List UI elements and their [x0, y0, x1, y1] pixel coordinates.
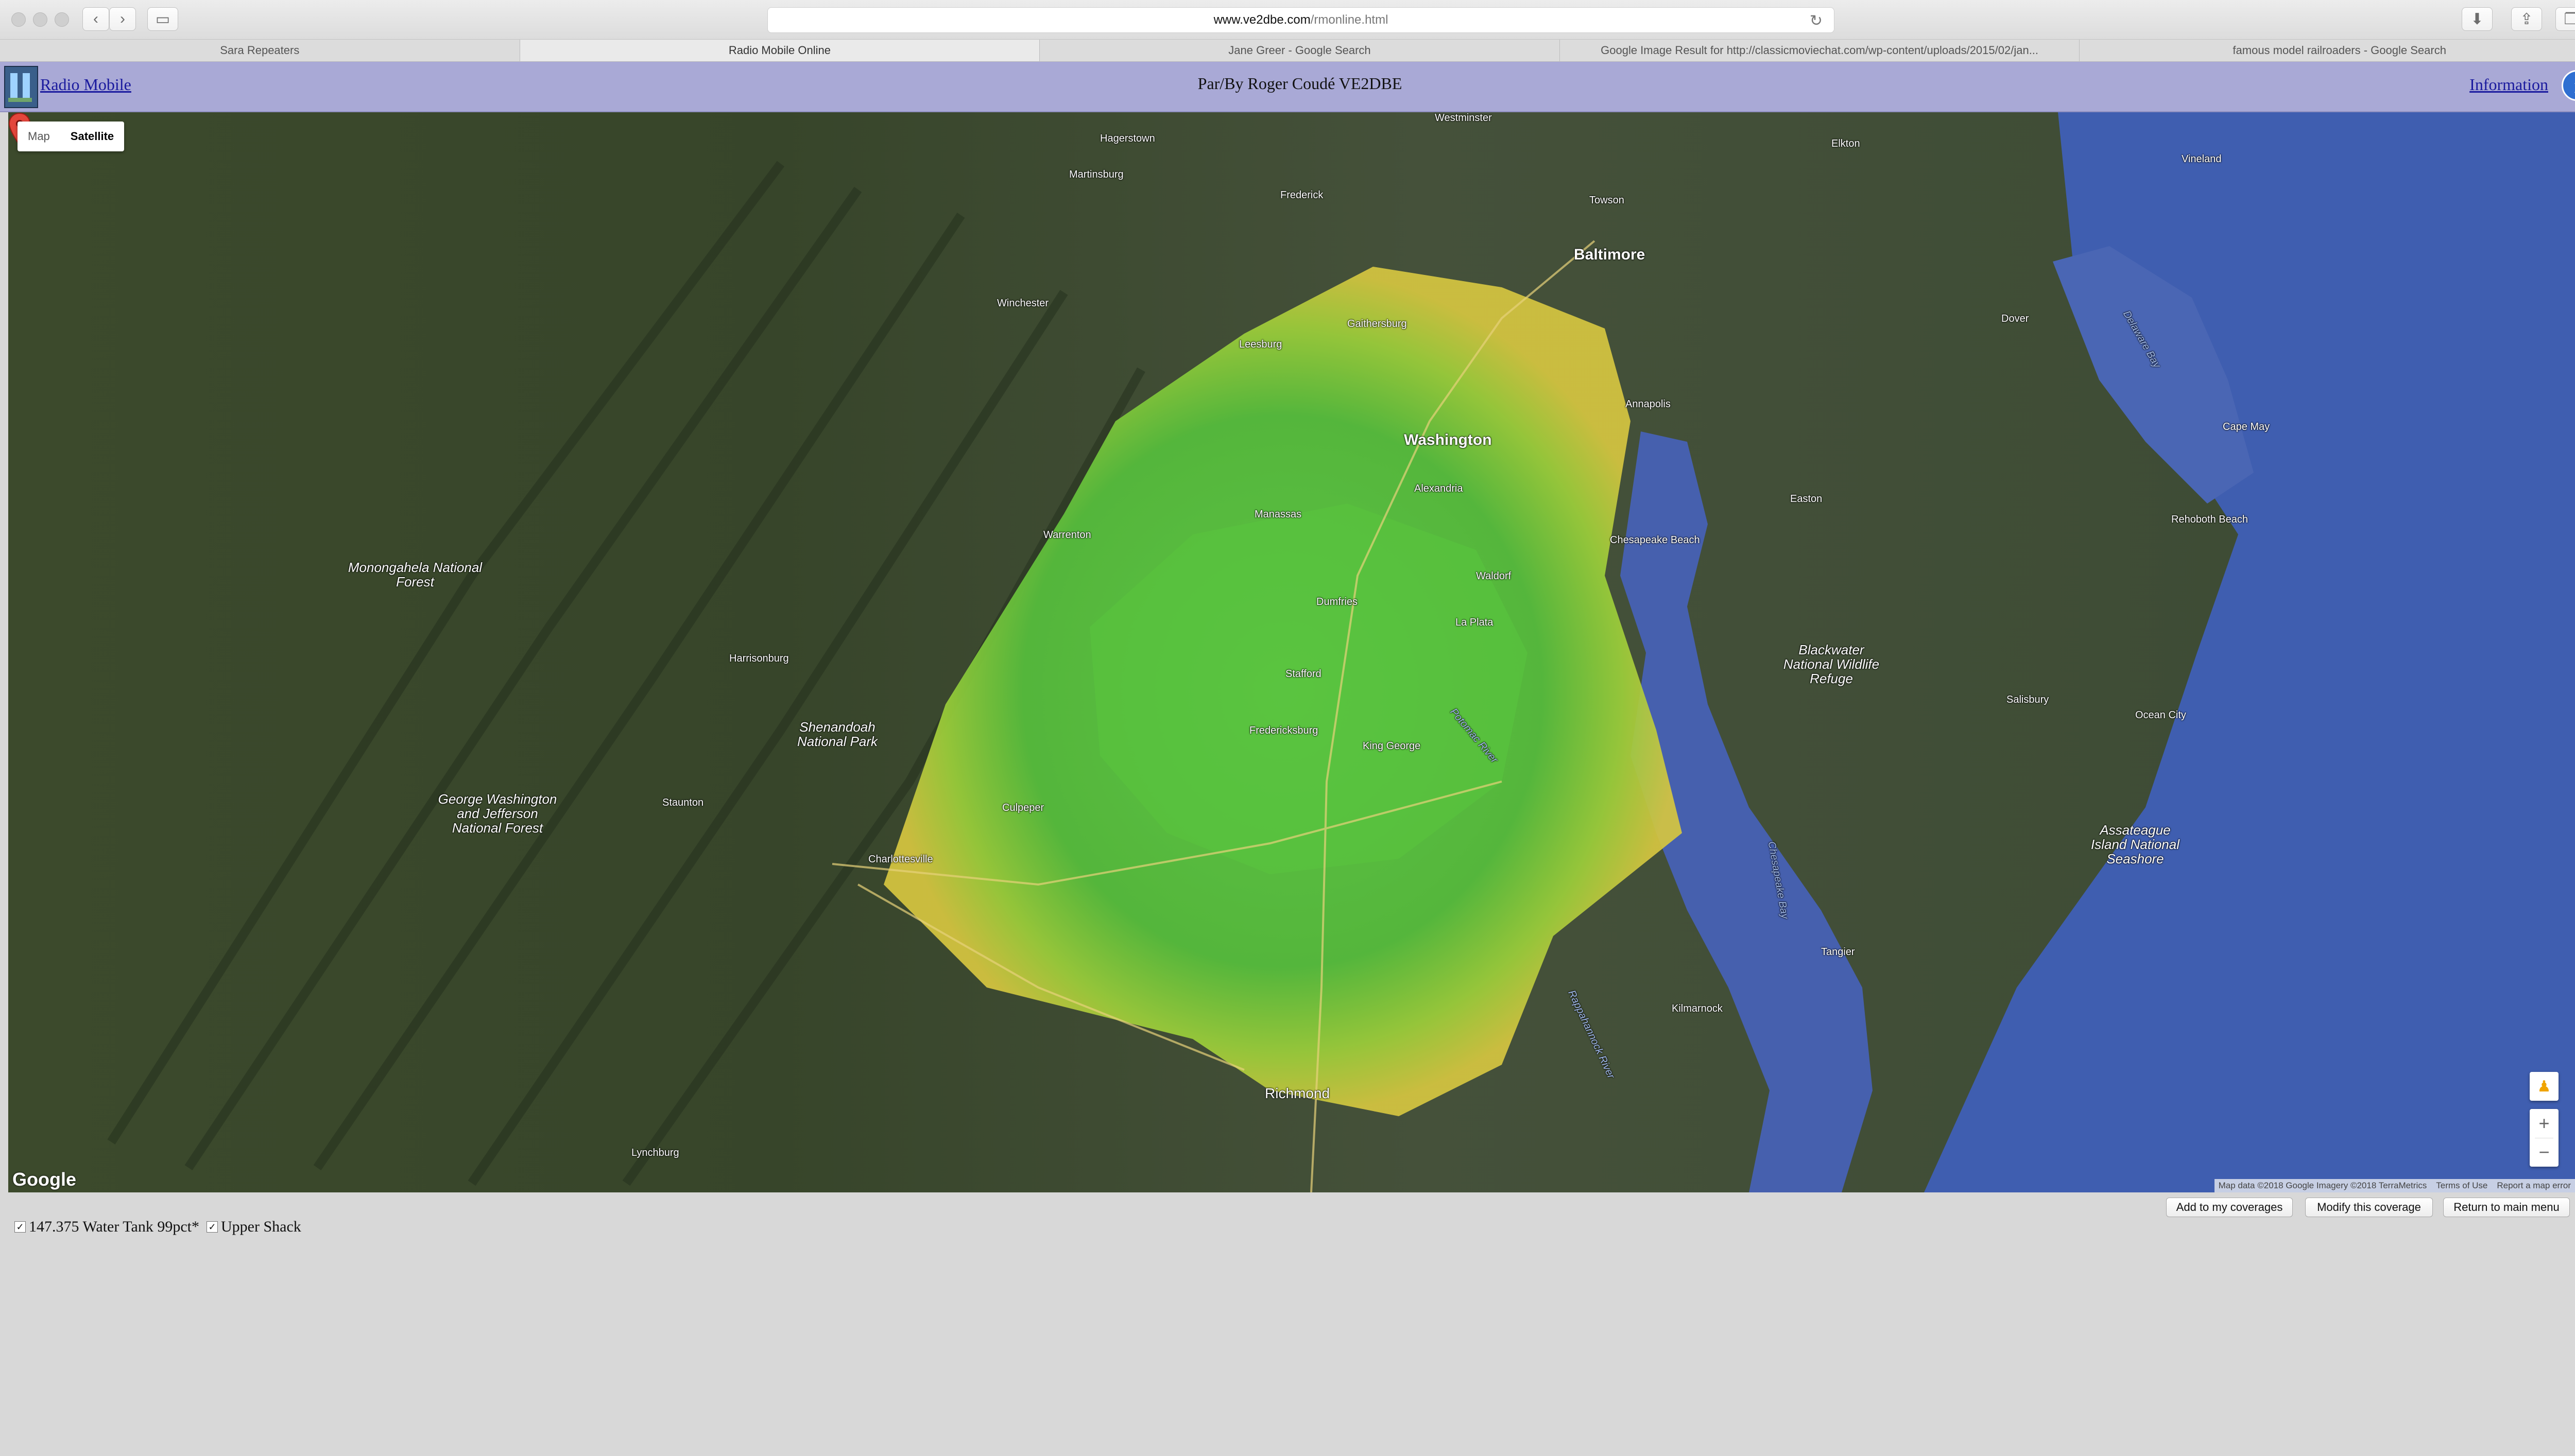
sidebar-button[interactable]: ▭ [147, 7, 178, 31]
label-ocean-city: Ocean City [2135, 709, 2186, 721]
tabs-icon: ❐ [2564, 10, 2575, 28]
window-minimize-button[interactable] [33, 12, 47, 27]
information-link[interactable]: Information [2469, 75, 2548, 94]
label-easton: Easton [1790, 493, 1823, 505]
label-waldorf: Waldorf [1476, 570, 1512, 582]
label-fredericksburg: Fredericksburg [1249, 725, 1318, 736]
google-logo[interactable]: Google [12, 1169, 76, 1190]
label-washington: Washington [1404, 431, 1492, 448]
label-vineland: Vineland [2182, 153, 2222, 165]
label-annapolis: Annapolis [1625, 398, 1671, 410]
label-rehoboth-beach: Rehoboth Beach [2171, 514, 2248, 525]
downloads-button[interactable]: ⬇ [2462, 7, 2493, 31]
label-manassas: Manassas [1255, 509, 1302, 520]
label-cape-may: Cape May [2223, 421, 2270, 432]
zoom-out-button[interactable]: − [2530, 1138, 2559, 1167]
label-kilmarnock: Kilmarnock [1672, 1003, 1723, 1014]
window-close-button[interactable] [11, 12, 26, 27]
label-winchester: Winchester [997, 298, 1049, 309]
url-path: /rmonline.html [1310, 13, 1388, 27]
label-harrisonburg: Harrisonburg [729, 653, 789, 664]
share-button[interactable]: ⇪ [2511, 7, 2542, 31]
label-elkton: Elkton [1831, 138, 1860, 149]
reload-icon[interactable]: ↻ [1810, 12, 1823, 30]
back-button[interactable]: ‹ [82, 7, 109, 31]
window-zoom-button[interactable] [55, 12, 69, 27]
report-map-error-link[interactable]: Report a map error [2497, 1181, 2571, 1191]
legend-checkbox-water-tank[interactable]: ✓ [14, 1221, 26, 1233]
label-dumfries: Dumfries [1316, 596, 1358, 608]
page-header: Radio Mobile Par/By Roger Coudé VE2DBE I… [0, 62, 2575, 112]
label-culpeper: Culpeper [1002, 802, 1044, 813]
attribution-data: Map data ©2018 Google Imagery ©2018 Terr… [2218, 1181, 2427, 1190]
map-type-map-button[interactable]: Map [18, 122, 60, 151]
legend-label-upper-shack: Upper Shack [220, 1218, 301, 1235]
tab-jane-greer[interactable]: Jane Greer - Google Search [1040, 40, 1560, 61]
chevron-left-icon: ‹ [93, 10, 98, 27]
label-king-george: King George [1363, 740, 1421, 752]
map-type-control: Map Satellite [18, 122, 125, 151]
satellite-imagery [8, 112, 2575, 1192]
modify-coverage-button[interactable]: Modify this coverage [2305, 1198, 2433, 1217]
label-gaithersburg: Gaithersburg [1347, 318, 1407, 330]
label-la-plata: La Plata [1455, 617, 1494, 628]
forward-button[interactable]: › [109, 7, 136, 31]
label-blackwater: Blackwater National Wildlife Refuge [1783, 642, 1880, 686]
pegman-icon[interactable]: ♟ [2530, 1072, 2559, 1101]
label-martinsburg: Martinsburg [1069, 169, 1124, 180]
return-to-main-menu-button[interactable]: Return to main menu [2443, 1198, 2570, 1217]
tab-overview-button[interactable]: ❐ [2555, 7, 2575, 31]
label-staunton: Staunton [662, 797, 704, 808]
tab-google-image-result[interactable]: Google Image Result for http://classicmo… [1560, 40, 2080, 61]
tab-radio-mobile-online[interactable]: Radio Mobile Online [520, 40, 1040, 61]
address-bar[interactable]: www.ve2dbe.com/rmonline.html ↻ [767, 7, 1834, 33]
legend-checkbox-upper-shack[interactable]: ✓ [206, 1221, 218, 1233]
coverage-map[interactable]: Baltimore Washington Alexandria Annapoli… [8, 112, 2575, 1192]
label-tangier: Tangier [1821, 946, 1855, 958]
tab-model-railroaders[interactable]: famous model railroaders - Google Search [2080, 40, 2575, 61]
tab-sara-repeaters[interactable]: Sara Repeaters [0, 40, 520, 61]
label-stafford: Stafford [1285, 668, 1321, 680]
zoom-in-button[interactable]: + [2530, 1109, 2559, 1138]
label-lynchburg: Lynchburg [631, 1147, 679, 1158]
download-icon: ⬇ [2470, 10, 2484, 28]
label-salisbury: Salisbury [2006, 694, 2049, 705]
coverage-legend: ✓ 147.375 Water Tank 99pct* ✓ Upper Shac… [11, 1218, 301, 1236]
label-westminster: Westminster [1435, 112, 1492, 124]
terms-of-use-link[interactable]: Terms of Use [2436, 1181, 2487, 1191]
label-gw-forest: George Washington and Jefferson National… [438, 791, 557, 836]
label-assateague: Assateague Island National Seashore [2091, 822, 2179, 866]
label-baltimore: Baltimore [1574, 246, 1645, 263]
add-to-my-coverages-button[interactable]: Add to my coverages [2166, 1198, 2293, 1217]
label-frederick: Frederick [1280, 189, 1324, 201]
label-dover: Dover [2001, 313, 2029, 324]
label-alexandria: Alexandria [1414, 483, 1463, 494]
url-host: www.ve2dbe.com [1213, 13, 1311, 27]
label-shenandoah: Shenandoah National Park [797, 719, 878, 749]
legend-label-water-tank: 147.375 Water Tank 99pct* [29, 1218, 199, 1235]
zoom-control: + − [2530, 1109, 2559, 1167]
tab-bar: Sara Repeaters Radio Mobile Online Jane … [0, 40, 2575, 62]
label-warrenton: Warrenton [1043, 529, 1091, 541]
share-icon: ⇪ [2520, 10, 2533, 28]
label-leesburg: Leesburg [1239, 339, 1282, 350]
map-attribution: Map data ©2018 Google Imagery ©2018 Terr… [2214, 1179, 2575, 1192]
label-chesapeake-beach: Chesapeake Beach [1610, 534, 1700, 546]
label-hagerstown: Hagerstown [1100, 133, 1155, 144]
sidebar-icon: ▭ [155, 10, 170, 28]
label-charlottesville: Charlottesville [868, 854, 933, 865]
label-richmond: Richmond [1265, 1085, 1330, 1101]
page-title: Par/By Roger Coudé VE2DBE [1197, 74, 1402, 93]
browser-toolbar: ‹ › ▭ www.ve2dbe.com/rmonline.html ↻ ⬇ ⇪… [0, 0, 2575, 40]
chevron-right-icon: › [120, 10, 125, 27]
label-towson: Towson [1589, 195, 1624, 206]
label-monongahela: Monongahela National Forest [348, 560, 483, 590]
map-type-satellite-button[interactable]: Satellite [60, 122, 124, 151]
